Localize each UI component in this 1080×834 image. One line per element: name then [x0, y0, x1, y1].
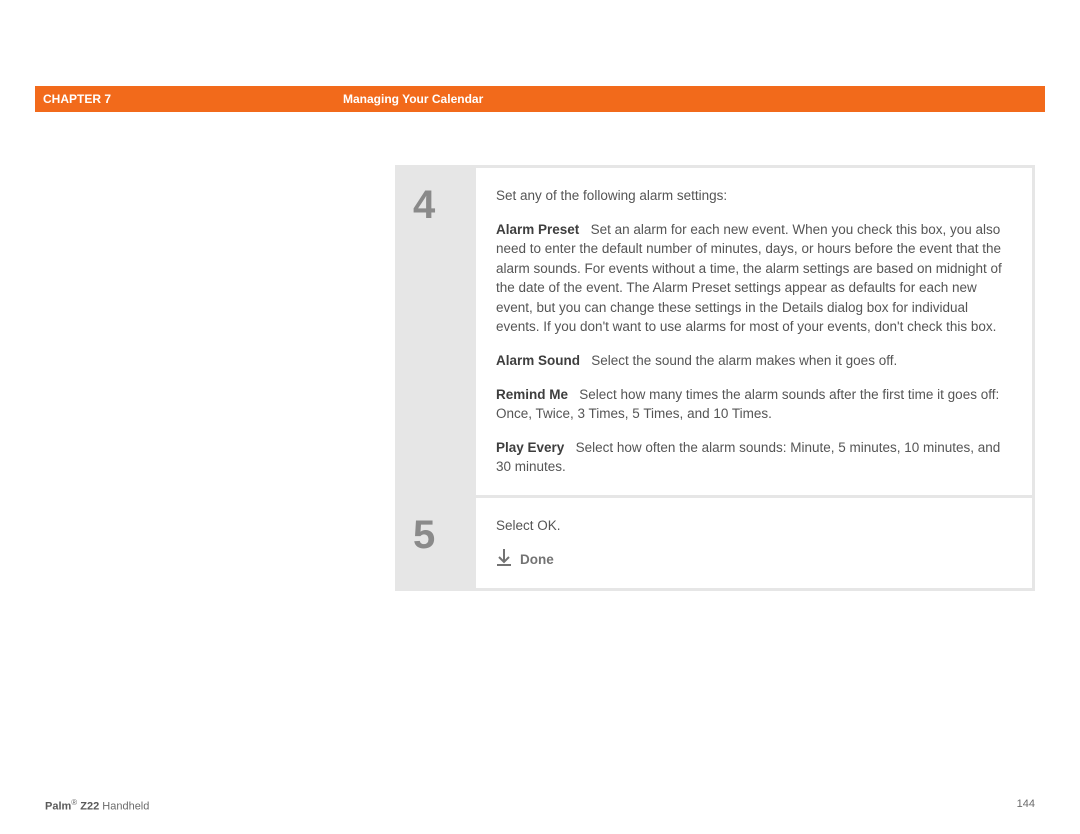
- setting-desc: Select how many times the alarm sounds a…: [496, 387, 999, 422]
- step-row: 5 Select OK. Done: [398, 498, 1032, 589]
- step-intro: Select OK.: [496, 516, 1012, 536]
- setting-label: Alarm Preset: [496, 222, 579, 237]
- setting-item: Alarm Sound Select the sound the alarm m…: [496, 351, 1012, 371]
- page-number: 144: [1017, 798, 1035, 813]
- setting-label: Remind Me: [496, 387, 568, 402]
- page-footer: Palm® Z22 Handheld 144: [45, 798, 1035, 813]
- setting-desc: Set an alarm for each new event. When yo…: [496, 222, 1002, 335]
- setting-desc: Select how often the alarm sounds: Minut…: [496, 440, 1000, 475]
- page-title: Managing Your Calendar: [343, 92, 1045, 106]
- step-number: 4: [398, 168, 476, 495]
- setting-item: Alarm Preset Set an alarm for each new e…: [496, 220, 1012, 337]
- chapter-label: CHAPTER 7: [35, 92, 343, 106]
- header-bar: CHAPTER 7 Managing Your Calendar: [35, 86, 1045, 112]
- step-number: 5: [398, 498, 476, 589]
- setting-label: Play Every: [496, 440, 564, 455]
- done-indicator: Done: [496, 549, 1012, 570]
- arrow-down-stop-icon: [496, 549, 512, 570]
- product-name: Palm® Z22 Handheld: [45, 798, 149, 813]
- setting-desc: Select the sound the alarm makes when it…: [591, 353, 897, 368]
- step-intro: Set any of the following alarm settings:: [496, 186, 1012, 206]
- step-row: 4 Set any of the following alarm setting…: [398, 168, 1032, 498]
- step-body: Select OK. Done: [476, 498, 1032, 589]
- done-label: Done: [520, 550, 554, 570]
- setting-label: Alarm Sound: [496, 353, 580, 368]
- steps-panel: 4 Set any of the following alarm setting…: [395, 165, 1035, 591]
- step-body: Set any of the following alarm settings:…: [476, 168, 1032, 495]
- setting-item: Remind Me Select how many times the alar…: [496, 385, 1012, 424]
- setting-item: Play Every Select how often the alarm so…: [496, 438, 1012, 477]
